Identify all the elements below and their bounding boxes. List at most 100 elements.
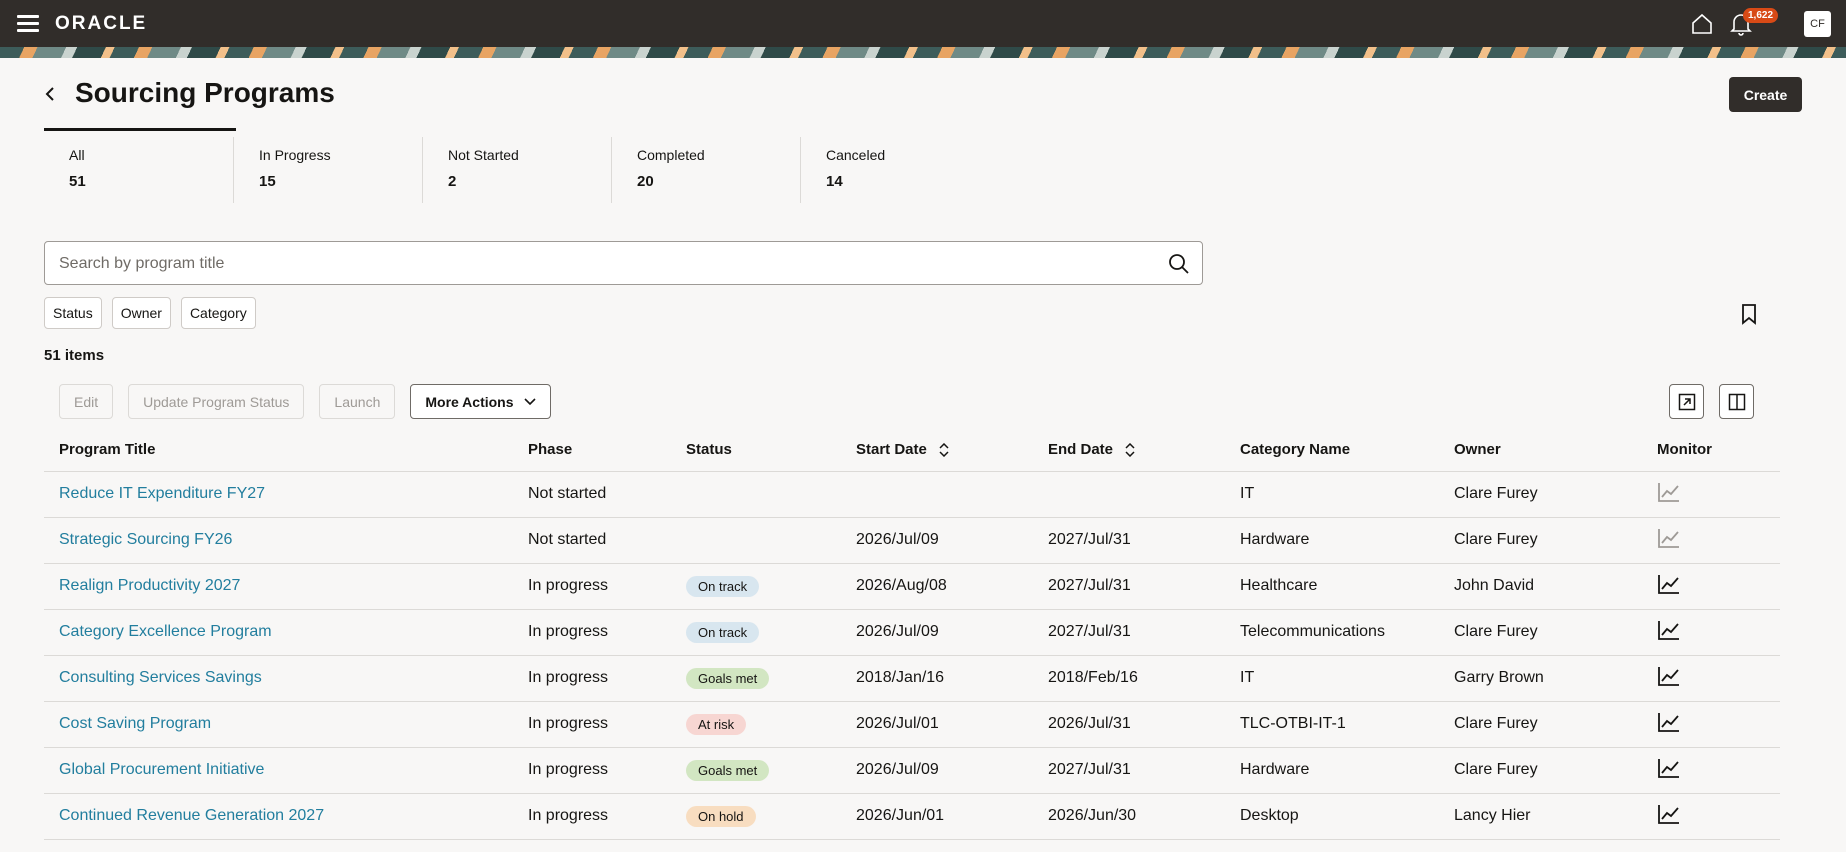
cell-start-date: 2026/Jul/09 bbox=[841, 609, 1033, 656]
tab-count: 2 bbox=[448, 173, 457, 190]
filter-chips: Status Owner Category bbox=[44, 297, 256, 329]
export-icon bbox=[1678, 393, 1695, 410]
tab-canceled[interactable]: Canceled 14 bbox=[800, 137, 989, 203]
cell-monitor bbox=[1642, 701, 1780, 748]
cell-owner: Garry Brown bbox=[1439, 655, 1642, 702]
line-chart-icon[interactable] bbox=[1657, 481, 1681, 503]
export-button[interactable] bbox=[1669, 384, 1704, 419]
table-row[interactable]: Realign Productivity 2027 In progress On t… bbox=[44, 563, 1780, 610]
program-title-link[interactable]: Consulting Services Savings bbox=[59, 669, 262, 686]
sort-icon[interactable] bbox=[1125, 442, 1135, 457]
oracle-logo: ORACLE bbox=[55, 13, 148, 34]
search-icon[interactable] bbox=[1167, 252, 1191, 276]
program-title-link[interactable]: Continued Revenue Generation 2027 bbox=[59, 807, 324, 824]
line-chart-icon[interactable] bbox=[1657, 711, 1681, 733]
col-header-owner[interactable]: Owner bbox=[1439, 428, 1642, 472]
tab-not-started[interactable]: Not Started 2 bbox=[422, 137, 611, 203]
col-header-phase[interactable]: Phase bbox=[513, 428, 671, 472]
line-chart-icon[interactable] bbox=[1657, 803, 1681, 825]
cell-monitor bbox=[1642, 655, 1780, 702]
cell-phase: In progress bbox=[513, 701, 671, 748]
notification-badge: 1,622 bbox=[1743, 8, 1779, 23]
table-row[interactable]: Global Procurement Initiative In progress… bbox=[44, 747, 1780, 794]
more-actions-button[interactable]: More Actions bbox=[410, 384, 551, 419]
col-header-label: Start Date bbox=[856, 440, 927, 458]
cell-start-date: 2026/Jul/09 bbox=[841, 747, 1033, 794]
cell-program-title: Reduce IT Expenditure FY27 bbox=[44, 471, 513, 518]
program-title-link[interactable]: Strategic Sourcing FY26 bbox=[59, 531, 232, 548]
table-header-row: Program Title Phase Status Start Date En… bbox=[44, 428, 1780, 472]
status-summary-tabs: All 51 In Progress 15 Not Started 2 Comp… bbox=[44, 137, 989, 203]
cell-start-date: 2026/Jun/01 bbox=[841, 793, 1033, 840]
tab-label: In Progress bbox=[259, 147, 331, 163]
page-title: Sourcing Programs bbox=[75, 77, 335, 108]
cell-program-title: Realign Productivity 2027 bbox=[44, 563, 513, 610]
table-row[interactable]: Continued Revenue Generation 2027 In prog… bbox=[44, 793, 1780, 840]
cell-category: Healthcare bbox=[1225, 563, 1439, 610]
edit-button[interactable]: Edit bbox=[59, 384, 114, 419]
status-badge: Goals met bbox=[686, 667, 770, 689]
program-title-link[interactable]: Category Excellence Program bbox=[59, 623, 272, 640]
col-header-program-title[interactable]: Program Title bbox=[44, 428, 513, 472]
table-row[interactable]: Cost Saving Program In progress At risk 202… bbox=[44, 701, 1780, 748]
bookmark-icon[interactable] bbox=[1737, 302, 1761, 326]
sort-icon[interactable] bbox=[939, 442, 949, 457]
tab-label: Completed bbox=[637, 147, 705, 163]
line-chart-icon[interactable] bbox=[1657, 757, 1681, 779]
col-header-monitor[interactable]: Monitor bbox=[1642, 428, 1780, 472]
tab-count: 14 bbox=[826, 173, 843, 190]
cell-start-date: 2026/Aug/08 bbox=[841, 563, 1033, 610]
update-program-status-button[interactable]: Update Program Status bbox=[128, 384, 305, 419]
filter-category[interactable]: Category bbox=[180, 297, 256, 329]
line-chart-icon[interactable] bbox=[1657, 665, 1681, 687]
program-title-link[interactable]: Global Procurement Initiative bbox=[59, 761, 264, 778]
cell-category: IT bbox=[1225, 655, 1439, 702]
launch-button[interactable]: Launch bbox=[319, 384, 396, 419]
cell-monitor bbox=[1642, 793, 1780, 840]
col-header-end-date[interactable]: End Date bbox=[1033, 428, 1225, 472]
line-chart-icon[interactable] bbox=[1657, 573, 1681, 595]
cell-status: On hold bbox=[671, 793, 841, 840]
cell-phase: In progress bbox=[513, 563, 671, 610]
table-row[interactable]: Category Excellence Program In progress On… bbox=[44, 609, 1780, 656]
cell-phase: In progress bbox=[513, 793, 671, 840]
tab-label: All bbox=[69, 147, 85, 163]
cell-program-title: Global Procurement Initiative bbox=[44, 747, 513, 794]
line-chart-icon[interactable] bbox=[1657, 527, 1681, 549]
hamburger-menu-icon[interactable] bbox=[17, 15, 39, 32]
column-view-button[interactable] bbox=[1719, 384, 1754, 419]
cell-program-title: Consulting Services Savings bbox=[44, 655, 513, 702]
col-header-start-date[interactable]: Start Date bbox=[841, 428, 1033, 472]
program-title-link[interactable]: Reduce IT Expenditure FY27 bbox=[59, 485, 265, 502]
line-chart-icon[interactable] bbox=[1657, 619, 1681, 641]
cell-status: Goals met bbox=[671, 655, 841, 702]
col-header-category-name[interactable]: Category Name bbox=[1225, 428, 1439, 472]
cell-start-date: 2026/Jul/09 bbox=[841, 517, 1033, 564]
tab-in-progress[interactable]: In Progress 15 bbox=[233, 137, 422, 203]
back-arrow-icon[interactable] bbox=[40, 82, 60, 106]
cell-category: Hardware bbox=[1225, 747, 1439, 794]
col-header-status[interactable]: Status bbox=[671, 428, 841, 472]
tab-completed[interactable]: Completed 20 bbox=[611, 137, 800, 203]
cell-monitor bbox=[1642, 563, 1780, 610]
cell-program-title: Continued Revenue Generation 2027 bbox=[44, 793, 513, 840]
table-row[interactable]: Strategic Sourcing FY26 Not started 2026/J… bbox=[44, 517, 1780, 564]
home-icon[interactable] bbox=[1690, 12, 1714, 36]
table-row[interactable]: Consulting Services Savings In progress Go… bbox=[44, 655, 1780, 702]
filter-owner[interactable]: Owner bbox=[111, 297, 171, 329]
program-title-link[interactable]: Realign Productivity 2027 bbox=[59, 577, 240, 594]
search-input[interactable] bbox=[59, 252, 1139, 276]
table-row[interactable]: Reduce IT Expenditure FY27 Not started IT C… bbox=[44, 471, 1780, 518]
columns-icon bbox=[1728, 393, 1745, 410]
tab-label: Canceled bbox=[826, 147, 886, 163]
status-badge: On track bbox=[686, 621, 760, 643]
avatar[interactable]: CF bbox=[1804, 11, 1831, 37]
status-badge: At risk bbox=[686, 713, 747, 735]
cell-end-date: 2027/Jul/31 bbox=[1033, 563, 1225, 610]
filter-status[interactable]: Status bbox=[44, 297, 102, 329]
tab-all[interactable]: All 51 bbox=[44, 137, 233, 203]
status-badge: Goals met bbox=[686, 759, 770, 781]
program-title-link[interactable]: Cost Saving Program bbox=[59, 715, 211, 732]
cell-end-date: 2018/Feb/16 bbox=[1033, 655, 1225, 702]
create-button[interactable]: Create bbox=[1729, 77, 1802, 112]
